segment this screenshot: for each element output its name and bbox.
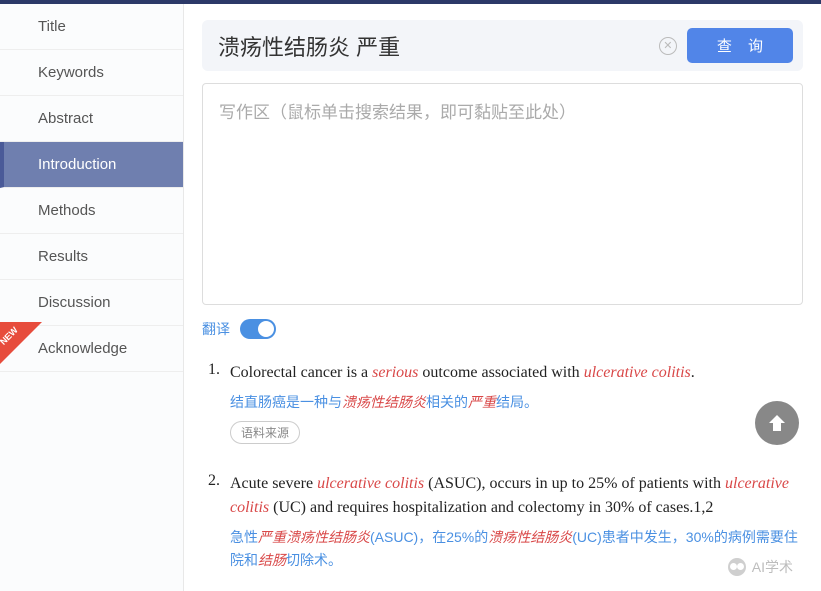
search-bar: 溃疡性结肠炎 严重 ✕ 查 询 (202, 20, 803, 71)
result-body: Colorectal cancer is a serious outcome a… (230, 361, 803, 444)
watermark: AI学术 (728, 557, 793, 577)
sidebar-item-keywords[interactable]: Keywords (0, 50, 183, 96)
sidebar-item-results[interactable]: Results (0, 234, 183, 280)
scroll-to-top-button[interactable] (755, 401, 799, 445)
sidebar-item-abstract[interactable]: Abstract (0, 96, 183, 142)
arrow-up-icon (765, 411, 789, 435)
results-list: 1.Colorectal cancer is a serious outcome… (202, 361, 803, 579)
translate-toggle[interactable] (240, 319, 276, 339)
clear-icon[interactable]: ✕ (659, 37, 677, 55)
sidebar-item-methods[interactable]: Methods (0, 188, 183, 234)
result-body: Acute severe ulcerative colitis (ASUC), … (230, 472, 803, 579)
toggle-knob (258, 321, 274, 337)
result-chinese: 结直肠癌是一种与溃疡性结肠炎相关的严重结局。 (230, 391, 803, 413)
new-badge: NEW (0, 322, 42, 364)
source-button[interactable]: 语料来源 (230, 421, 300, 444)
sidebar-item-introduction[interactable]: Introduction (0, 142, 183, 188)
search-input[interactable]: 溃疡性结肠炎 严重 (212, 30, 649, 62)
translate-label: 翻译 (202, 319, 230, 339)
sidebar-item-discussion[interactable]: Discussion (0, 280, 183, 326)
write-area[interactable]: 写作区（鼠标单击搜索结果，即可黏贴至此处） (202, 83, 803, 305)
query-button[interactable]: 查 询 (687, 28, 793, 63)
sidebar: TitleKeywordsAbstractIntroductionMethods… (0, 4, 184, 591)
main-content: 溃疡性结肠炎 严重 ✕ 查 询 写作区（鼠标单击搜索结果，即可黏贴至此处） 翻译… (184, 4, 821, 591)
watermark-text: AI学术 (752, 557, 793, 577)
result-chinese: 急性严重溃疡性结肠炎(ASUC)，在25%的溃疡性结肠炎(UC)患者中发生，30… (230, 526, 803, 571)
translate-row: 翻译 (202, 319, 803, 339)
result-item[interactable]: 2.Acute severe ulcerative colitis (ASUC)… (208, 472, 803, 579)
result-english: Colorectal cancer is a serious outcome a… (230, 361, 803, 385)
result-english: Acute severe ulcerative colitis (ASUC), … (230, 472, 803, 520)
result-number: 1. (208, 361, 230, 444)
wechat-icon (728, 558, 746, 576)
result-number: 2. (208, 472, 230, 579)
sidebar-item-title[interactable]: Title (0, 4, 183, 50)
result-item[interactable]: 1.Colorectal cancer is a serious outcome… (208, 361, 803, 444)
